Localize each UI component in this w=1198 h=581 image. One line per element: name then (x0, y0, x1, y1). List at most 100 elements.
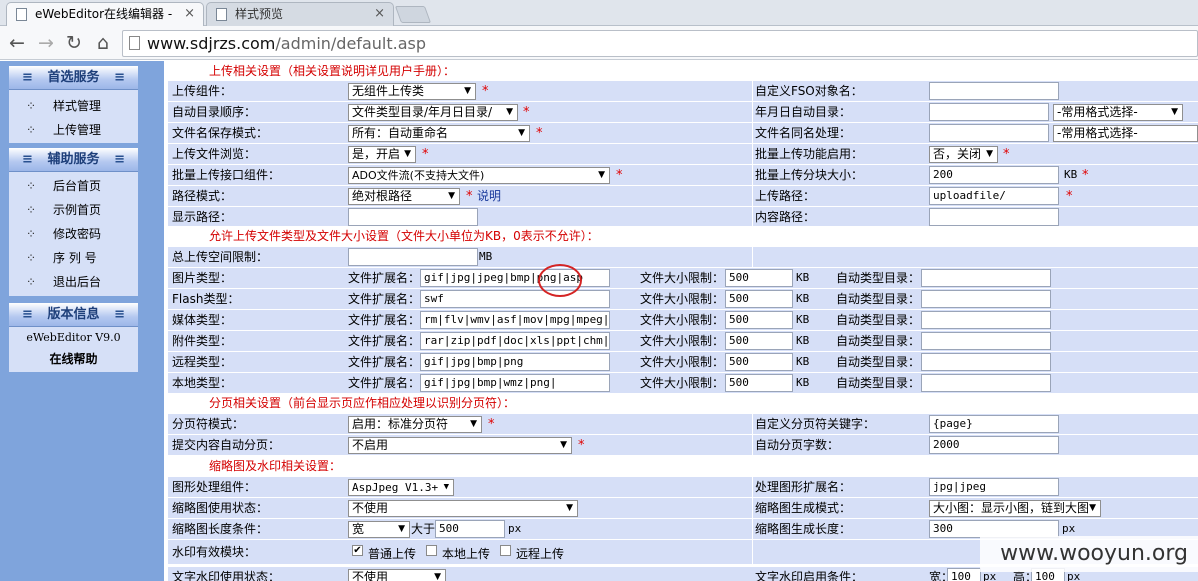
form-row: 上传文件浏览： 是，开启 ▼ * 批量上传功能启用： 否，关闭 ▼ * (168, 144, 1198, 164)
watermark-text: www.wooyun.org (980, 536, 1198, 572)
close-icon[interactable]: × (184, 3, 195, 25)
sidebar-item-label: 序 列 号 (53, 251, 97, 265)
autodir-order-select[interactable]: 文件类型目录/年月日目录/▼ (348, 104, 518, 121)
sidebar-item-serial[interactable]: ⁘ 序 列 号 (9, 246, 138, 270)
field-label: 自动分页字数： (755, 438, 840, 452)
total-space-input[interactable] (348, 248, 478, 266)
batch-size-input[interactable]: 200 (929, 166, 1059, 184)
section-thumbnail: 缩略图及水印相关设置： (168, 456, 1198, 476)
field-label: 缩略图长度条件： (172, 522, 269, 536)
field-label: 文件扩展名： (348, 376, 421, 390)
home-icon[interactable]: ⌂ (92, 32, 114, 54)
address-bar[interactable]: www.sdjrzs.com/admin/default.asp (122, 30, 1198, 57)
local-size-input[interactable]: 500 (725, 374, 793, 392)
section-upload: 上传相关设置（相关设置说明详见用户手册）： (168, 61, 1198, 81)
field-label: 文件大小限制： (640, 292, 725, 306)
field-label: 文件大小限制： (640, 334, 725, 348)
image-component-select[interactable]: AspJpeg V1.3+ ▼ (348, 479, 454, 496)
sidebar-section-auxiliary: ≡ 辅助服务 ≡ ⁘ 后台首页 ⁘ 示例首页 ⁘ 修改密码 ⁘ 序 列 号 ⁘ 退出后台 (9, 148, 138, 296)
upload-path-input[interactable]: uploadfile/ (929, 187, 1059, 205)
display-path-input[interactable] (348, 208, 478, 226)
ymd-format-select[interactable]: -常用格式选择- ▼ (1053, 104, 1183, 121)
attach-autodir-input[interactable] (921, 332, 1051, 350)
sidebar-item-style-manage[interactable]: ⁘ 样式管理 (9, 94, 138, 118)
attach-size-input[interactable]: 500 (725, 332, 793, 350)
path-mode-select[interactable]: 绝对根路径 ▼ (348, 188, 460, 205)
section-header[interactable]: ≡ 辅助服务 ≡ (9, 148, 138, 172)
field-label: 文件扩展名： (348, 313, 421, 327)
tab-ewebeditor[interactable]: eWebEditor在线编辑器 - × (6, 2, 204, 27)
wm-width-input[interactable]: 100 (947, 568, 981, 581)
field-label: 本地类型： (172, 376, 233, 390)
tab-style-preview[interactable]: 样式预览 × (206, 2, 394, 26)
sidebar-item-logout[interactable]: ⁘ 退出后台 (9, 270, 138, 294)
bullet-icon: ⁘ (26, 227, 37, 241)
unit-label: KB (796, 271, 810, 284)
same-name-input[interactable] (929, 124, 1049, 142)
file-type-row: 附件类型： 文件扩展名： rar|zip|pdf|doc|xls|ppt|chm… (168, 331, 1198, 351)
section-header[interactable]: ≡ 首选服务 ≡ (9, 66, 138, 90)
thumb-state-select[interactable]: 不使用 ▼ (348, 500, 578, 517)
section-title: 分页相关设置（前台显示页应作相应处理以识别分页符）： (209, 396, 516, 410)
image-size-input[interactable]: 500 (725, 269, 793, 287)
section-header[interactable]: ≡ 版本信息 ≡ (9, 303, 138, 327)
annotation-circle (538, 264, 582, 297)
tab-title: eWebEditor在线编辑器 - (35, 7, 173, 21)
paging-count-input[interactable]: 2000 (929, 436, 1059, 454)
local-upload-checkbox[interactable] (426, 545, 437, 556)
field-label: 批量上传接口组件： (172, 168, 281, 182)
field-label: 文件名同名处理： (755, 126, 852, 140)
save-mode-select[interactable]: 所有：自动重命名 ▼ (348, 125, 530, 142)
upload-component-select[interactable]: 无组件上传类 ▼ (348, 83, 476, 100)
attach-ext-input[interactable]: rar|zip|pdf|doc|xls|ppt|chm|hlp (420, 332, 610, 350)
thumb-gen-select[interactable]: 大小图：显示小图，链到大图 ▼ (929, 500, 1101, 517)
media-autodir-input[interactable] (921, 311, 1051, 329)
image-autodir-input[interactable] (921, 269, 1051, 287)
back-icon[interactable]: ← (6, 32, 28, 54)
sidebar-item-change-password[interactable]: ⁘ 修改密码 (9, 222, 138, 246)
media-ext-input[interactable]: rm|flv|wmv|asf|mov|mpg|mpeg|avi (420, 311, 610, 329)
remote-size-input[interactable]: 500 (725, 353, 793, 371)
reload-icon[interactable]: ↻ (63, 32, 85, 54)
field-label: 年月日自动目录： (755, 105, 852, 119)
wm-text-select[interactable]: 不使用 ▼ (348, 569, 446, 581)
sidebar-item-admin-home[interactable]: ⁘ 后台首页 (9, 174, 138, 198)
remote-ext-input[interactable]: gif|jpg|bmp|png (420, 353, 610, 371)
auto-paging-select[interactable]: 不启用 ▼ (348, 437, 572, 454)
flash-ext-input[interactable]: swf (420, 290, 610, 308)
close-icon[interactable]: × (374, 3, 385, 25)
sidebar-item-label: 修改密码 (53, 227, 102, 241)
sidebar-section-preferred: ≡ 首选服务 ≡ ⁘ 样式管理 ⁘ 上传管理 (9, 66, 138, 143)
fso-name-input[interactable] (929, 82, 1059, 100)
file-type-row: 媒体类型： 文件扩展名： rm|flv|wmv|asf|mov|mpg|mpeg… (168, 310, 1198, 330)
sidebar-item-upload-manage[interactable]: ⁘ 上传管理 (9, 118, 138, 142)
local-autodir-input[interactable] (921, 374, 1051, 392)
field-label: 文件扩展名： (348, 271, 421, 285)
forward-icon[interactable]: → (35, 32, 57, 54)
image-ext-input[interactable]: jpg|jpeg (929, 478, 1059, 496)
local-ext-input[interactable]: gif|jpg|bmp|wmz|png| (420, 374, 610, 392)
unit-label: KB (796, 313, 810, 326)
ymd-dir-input[interactable] (929, 103, 1049, 121)
flash-size-input[interactable]: 500 (725, 290, 793, 308)
browse-select[interactable]: 是，开启 ▼ (348, 146, 416, 163)
online-help-link[interactable]: 在线帮助 (9, 349, 138, 371)
sidebar-item-demo-home[interactable]: ⁘ 示例首页 (9, 198, 138, 222)
same-name-format-select[interactable]: -常用格式选择- (1053, 125, 1198, 142)
batch-component-select[interactable]: ADO文件流(不支持大文件) ▼ (348, 167, 610, 184)
len-cond-input[interactable]: 500 (435, 520, 505, 538)
media-size-input[interactable]: 500 (725, 311, 793, 329)
page-icon (16, 8, 27, 21)
paging-mode-select[interactable]: 启用：标准分页符 ▼ (348, 416, 482, 433)
len-cond-select[interactable]: 宽 ▼ (348, 521, 410, 538)
unit-label: KB (796, 292, 810, 305)
explain-link[interactable]: 说明 (477, 186, 501, 206)
remote-upload-checkbox[interactable] (500, 545, 511, 556)
flash-autodir-input[interactable] (921, 290, 1051, 308)
remote-autodir-input[interactable] (921, 353, 1051, 371)
paging-keyword-input[interactable]: {page} (929, 415, 1059, 433)
normal-upload-checkbox[interactable]: ✔ (352, 545, 363, 556)
batch-enable-select[interactable]: 否，关闭 ▼ (929, 146, 998, 163)
content-path-input[interactable] (929, 208, 1059, 226)
new-tab-button[interactable] (394, 6, 432, 23)
